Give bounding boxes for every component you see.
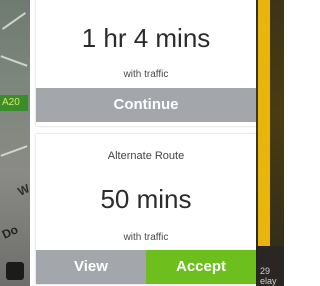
alternate-route-actions: View Accept (36, 250, 256, 284)
map-road-line (0, 145, 28, 157)
current-route-card: 1 hr 4 mins with traffic Continue (36, 0, 256, 126)
alternate-route-card: Alternate Route 50 mins with traffic Vie… (36, 134, 256, 284)
alternate-route-duration: 50 mins (100, 184, 192, 214)
map-left-strip: A20 W Do (0, 0, 30, 286)
navigation-screen: A20 W Do 29 elay 1 hr 4 mins with traffi… (0, 0, 284, 286)
alternate-route-title: Alternate Route (107, 150, 185, 162)
map-street-label: Do (0, 222, 21, 242)
map-street-label: W (15, 181, 30, 199)
continue-button[interactable]: Continue (36, 88, 256, 122)
current-route-duration: 1 hr 4 mins (81, 23, 211, 53)
delay-value: 29 (260, 266, 271, 276)
road-number-badge: A20 (0, 95, 28, 111)
view-button[interactable]: View (36, 250, 146, 284)
delay-label: elay (260, 276, 277, 286)
current-route-traffic-note: with traffic (123, 69, 169, 80)
accept-button[interactable]: Accept (146, 250, 256, 284)
delay-indicator: 29 elay (256, 246, 284, 286)
map-road-line (1, 12, 27, 30)
alternate-route-traffic-note: with traffic (123, 232, 169, 243)
highlighted-road (258, 0, 270, 286)
map-control-icon[interactable] (6, 262, 24, 280)
map-road-line (0, 55, 28, 67)
map-right-strip: 29 elay (256, 0, 284, 286)
